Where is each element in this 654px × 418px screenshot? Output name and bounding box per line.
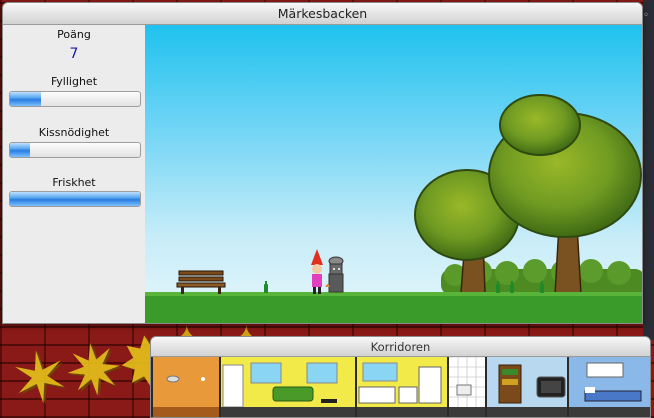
freshness-label: Friskhet xyxy=(52,176,96,189)
room-tv-room[interactable] xyxy=(487,357,567,418)
bench-icon[interactable] xyxy=(176,270,226,294)
background-window-edge: ◦ xyxy=(643,0,654,340)
pee-need-bar xyxy=(9,142,141,158)
pee-need-label: Kissnödighet xyxy=(38,126,110,139)
score-value: 7 xyxy=(69,46,79,62)
corridor-title[interactable]: Korridoren xyxy=(151,337,650,357)
room-kitchen[interactable] xyxy=(357,357,447,418)
game-scene[interactable] xyxy=(145,25,642,323)
main-window: Märkesbacken Poäng 7 Fyllighet Kissnödig… xyxy=(2,2,643,324)
fullness-bar-fill xyxy=(10,92,42,106)
freshness-bar-fill xyxy=(10,192,140,206)
corridor-rooms xyxy=(151,356,651,418)
room-hallway[interactable] xyxy=(153,357,219,418)
fullness-label: Fyllighet xyxy=(50,75,98,88)
room-bedroom[interactable] xyxy=(569,357,651,418)
grass xyxy=(145,292,642,323)
park-scene xyxy=(145,94,642,323)
stats-panel: Poäng 7 Fyllighet Kissnödighet Friskhet xyxy=(3,25,145,323)
pee-need-bar-fill xyxy=(10,143,30,157)
character-wizard-icon[interactable] xyxy=(311,249,323,294)
bottle-icon[interactable] xyxy=(264,281,268,293)
room-bathroom[interactable] xyxy=(449,356,485,418)
window-title[interactable]: Märkesbacken xyxy=(3,3,642,25)
room-living-room[interactable] xyxy=(221,357,355,418)
score-label: Poäng xyxy=(57,28,91,41)
corridor-window: Korridoren xyxy=(150,336,651,418)
character-dog-icon[interactable] xyxy=(325,256,344,293)
fullness-bar xyxy=(9,91,141,107)
freshness-bar xyxy=(9,191,141,207)
